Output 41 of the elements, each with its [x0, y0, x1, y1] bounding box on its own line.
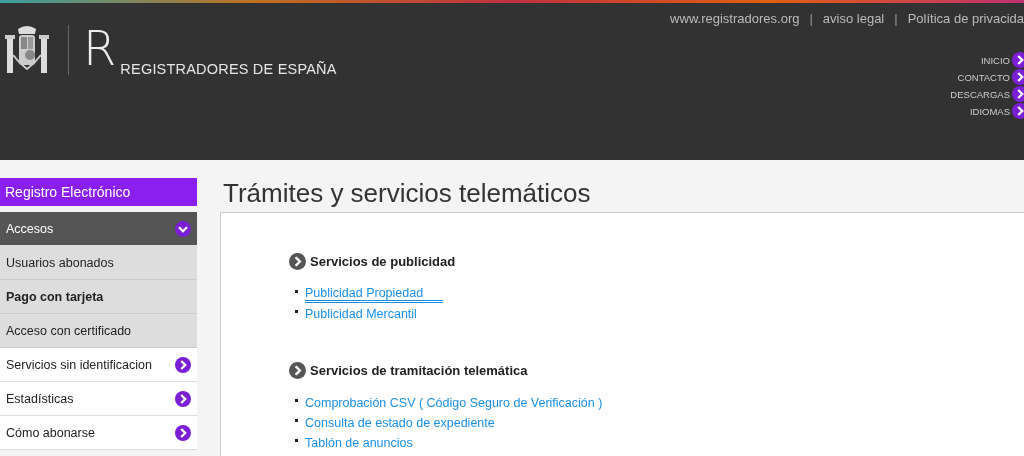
header-link[interactable]: www.registradores.org: [670, 11, 800, 26]
header-link[interactable]: Política de privacida: [907, 11, 1024, 26]
nav-link[interactable]: CONTACTO: [957, 69, 1024, 85]
nav-link[interactable]: IDIOMAS: [969, 103, 1024, 119]
nav-link[interactable]: INICIO: [980, 52, 1024, 68]
sidebar-item[interactable]: Acceso con certificado: [0, 314, 197, 348]
sidebar-item[interactable]: Servicios sin identificacion: [0, 348, 197, 382]
bullet-icon: [295, 309, 298, 313]
sidebar-item[interactable]: Usuarios abonados: [0, 246, 197, 280]
section-heading: Servicios de publicidad: [310, 254, 456, 269]
service-link[interactable]: Publicidad Propiedad: [305, 285, 444, 303]
sidebar-title: Registro Electrónico: [0, 178, 197, 206]
service-link[interactable]: Tablón de anuncios: [305, 436, 413, 450]
chevron-right-icon: [1012, 103, 1024, 119]
bullet-icon: [295, 289, 298, 293]
page-title: Trámites y servicios telemáticos: [222, 178, 592, 210]
chevron-right-icon: [175, 390, 191, 407]
service-link[interactable]: Consulta de estado de expediente: [305, 416, 495, 430]
logo-text: REGISTRADORES DE ESPAÑA: [120, 61, 337, 77]
sidebar-item[interactable]: Estadísticas: [0, 382, 197, 416]
nav-link[interactable]: DESCARGAS: [950, 86, 1024, 102]
bullet-icon: [295, 418, 298, 422]
chevron-right-icon: [1012, 52, 1024, 68]
service-link[interactable]: Comprobación CSV ( Código Seguro de Verificación ): [305, 396, 603, 410]
chevron-right-icon: [175, 424, 191, 441]
sidebar-item[interactable]: Pago con tarjeta: [0, 280, 197, 314]
arrow-right-icon: [289, 253, 306, 270]
arrow-right-icon: [289, 362, 306, 379]
logo-mark: R: [83, 23, 117, 73]
chevron-right-icon: [175, 356, 191, 373]
service-link[interactable]: Publicidad Mercantil: [305, 307, 417, 321]
link-separator: |: [894, 11, 898, 26]
sidebar-item[interactable]: Cómo abonarse: [0, 416, 197, 450]
chevron-right-icon: [1012, 86, 1024, 102]
link-separator: |: [809, 11, 813, 26]
bullet-icon: [295, 398, 298, 402]
section-heading: Servicios de tramitación telemática: [310, 363, 528, 378]
sidebar-item[interactable]: Accesos: [0, 212, 197, 246]
chevron-right-icon: [1012, 69, 1024, 85]
header-link[interactable]: aviso legal: [822, 11, 885, 26]
bullet-icon: [295, 438, 298, 442]
